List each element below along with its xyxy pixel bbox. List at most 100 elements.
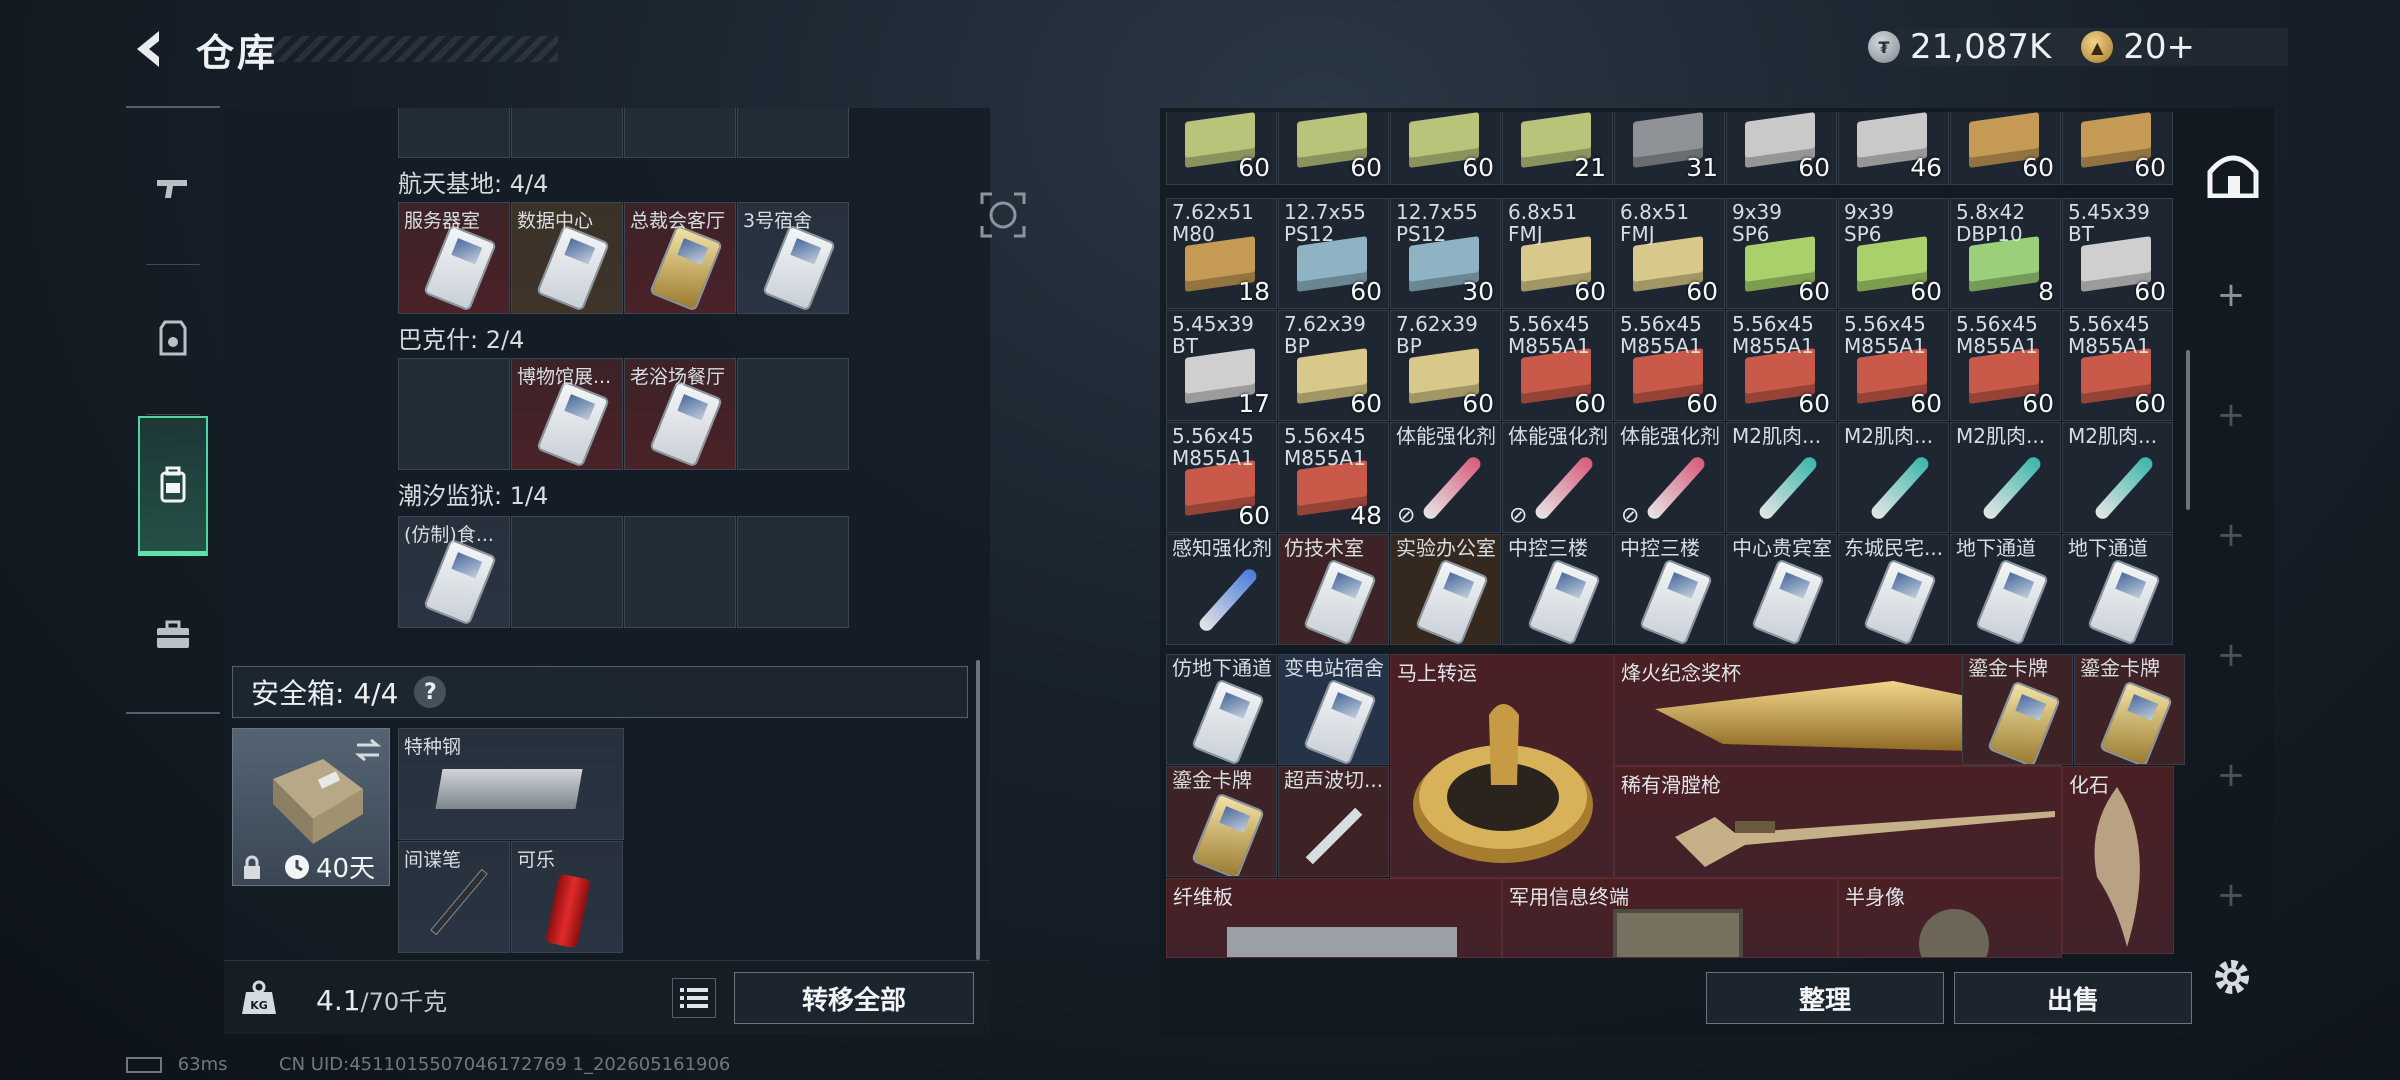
item-name: 6.8x51 FMJ bbox=[1508, 201, 1578, 245]
item-cell[interactable]: M8060 bbox=[1950, 112, 2061, 185]
item-cell[interactable]: 变电站宿舍 bbox=[1278, 654, 1389, 765]
item-cell[interactable]: 12.7x55 PS12 60 bbox=[1278, 198, 1389, 309]
item-name: 5.8x42 DBP10 bbox=[1956, 201, 2026, 245]
settings-gear-icon[interactable] bbox=[2210, 955, 2254, 999]
back-button[interactable] bbox=[126, 24, 172, 74]
target-icon[interactable] bbox=[978, 190, 1028, 240]
item-cell[interactable]: 仿技术室 bbox=[1278, 534, 1389, 645]
storage-scrollbar[interactable] bbox=[2186, 350, 2190, 510]
sort-button[interactable]: 整理 bbox=[1706, 972, 1944, 1024]
item-cell[interactable]: 6.8x51 FMJ 60 bbox=[1502, 198, 1613, 309]
add-page-icon[interactable]: + bbox=[2210, 274, 2252, 316]
keycard-slot[interactable]: (仿制)食... bbox=[398, 516, 510, 628]
item-cell[interactable]: 东城民宅... bbox=[1838, 534, 1949, 645]
keycard-slot[interactable]: 数据中心 bbox=[511, 202, 623, 314]
empty-slot[interactable] bbox=[624, 516, 736, 628]
rail-tab-containers[interactable] bbox=[138, 416, 208, 556]
item-cell[interactable]: M2肌肉... bbox=[2062, 422, 2173, 533]
item-cell[interactable]: 5.8x42 DBP10 8 bbox=[1950, 198, 2061, 309]
cola-slot[interactable]: 可乐 bbox=[511, 841, 623, 953]
item-name: 5.56x45 M855A1 bbox=[1844, 313, 1926, 357]
currency-gold-amount[interactable]: 20+ bbox=[2123, 27, 2195, 67]
item-transfer-medal[interactable]: 马上转运 bbox=[1390, 654, 1614, 878]
item-cell[interactable]: 地下通道 bbox=[2062, 534, 2173, 645]
item-cell[interactable]: 实验办公室 bbox=[1390, 534, 1501, 645]
add-page-icon[interactable]: + bbox=[2210, 514, 2252, 556]
item-cell[interactable]: 5.56x45 M855A1 60 bbox=[1166, 422, 1277, 533]
item-cell[interactable]: 体能强化剂 ⊘ bbox=[1390, 422, 1501, 533]
rail-tab-items[interactable] bbox=[138, 564, 208, 704]
item-cell[interactable]: M2肌肉... bbox=[1726, 422, 1837, 533]
item-cell[interactable]: LPS46 bbox=[1838, 112, 1949, 185]
rail-tab-armor[interactable] bbox=[138, 268, 208, 408]
keycard-slot[interactable]: 总裁会客厅 bbox=[624, 202, 736, 314]
keycard-slot[interactable]: 服务器室 bbox=[398, 202, 510, 314]
item-cell[interactable]: PBP60 bbox=[1278, 112, 1389, 185]
keycard-slot[interactable]: 3号宿舍 bbox=[737, 202, 849, 314]
safe-case-icon bbox=[273, 759, 363, 844]
item-cell[interactable]: 地下通道 bbox=[1950, 534, 2061, 645]
empty-slot[interactable] bbox=[398, 358, 510, 470]
empty-slot[interactable] bbox=[737, 516, 849, 628]
item-cell[interactable]: 5.56x45 M855A1 60 bbox=[2062, 310, 2173, 421]
item-cell[interactable]: 中心贵宾室 bbox=[1726, 534, 1837, 645]
item-rare-musket[interactable]: 稀有滑膛枪 bbox=[1614, 766, 2062, 878]
add-page-icon[interactable]: + bbox=[2210, 634, 2252, 676]
item-cell[interactable]: 5.56x45 M855A1 60 bbox=[1614, 310, 1725, 421]
keycard-icon bbox=[535, 380, 611, 468]
warehouse-icon[interactable] bbox=[2206, 148, 2260, 198]
item-cell[interactable]: 仿地下通道 bbox=[1166, 654, 1277, 765]
rail-tab-weapons[interactable] bbox=[138, 118, 208, 258]
item-cell[interactable]: 超声波切... bbox=[1278, 766, 1389, 877]
keycard-slot[interactable]: 博物馆展... bbox=[511, 358, 623, 470]
item-cell[interactable]: 5.56x45 M855A1 48 bbox=[1278, 422, 1389, 533]
item-cell[interactable]: 9x39 SP6 60 bbox=[1726, 198, 1837, 309]
item-cell[interactable]: M2肌肉... bbox=[1838, 422, 1949, 533]
item-cell[interactable]: 9x39 SP6 60 bbox=[1838, 198, 1949, 309]
item-fossil[interactable]: 化石 bbox=[2062, 766, 2174, 954]
item-cell[interactable]: 鎏金卡牌 bbox=[1166, 766, 1277, 877]
item-cell[interactable]: 鎏金卡牌 bbox=[2074, 654, 2185, 765]
swap-icon[interactable] bbox=[353, 737, 383, 763]
item-cell[interactable]: 体能强化剂 ⊘ bbox=[1502, 422, 1613, 533]
item-cell[interactable]: 鎏金卡牌 bbox=[1962, 654, 2073, 765]
item-cell[interactable]: LPS60 bbox=[1726, 112, 1837, 185]
item-cell[interactable]: M2肌肉... bbox=[1950, 422, 2061, 533]
item-cell[interactable]: AP31 bbox=[1614, 112, 1725, 185]
empty-slot[interactable] bbox=[511, 516, 623, 628]
item-cell[interactable]: 感知强化剂 bbox=[1166, 534, 1277, 645]
item-cell[interactable]: 体能强化剂 ⊘ bbox=[1614, 422, 1725, 533]
item-cell[interactable]: 5.45x39 BT 60 bbox=[2062, 198, 2173, 309]
keycard-slot[interactable]: 老浴场餐厅 bbox=[624, 358, 736, 470]
item-cell[interactable]: PBP60 bbox=[1166, 112, 1277, 185]
item-military-terminal[interactable]: 军用信息终端 bbox=[1502, 878, 1838, 958]
add-page-icon[interactable]: + bbox=[2210, 394, 2252, 436]
sell-button[interactable]: 出售 bbox=[1954, 972, 2192, 1024]
left-scrollbar[interactable] bbox=[976, 660, 980, 960]
list-view-button[interactable] bbox=[672, 978, 716, 1018]
item-cell[interactable]: 7.62x51 M80 18 bbox=[1166, 198, 1277, 309]
item-cell[interactable]: 6.8x51 FMJ 60 bbox=[1614, 198, 1725, 309]
add-page-icon[interactable]: + bbox=[2210, 754, 2252, 796]
add-page-icon[interactable]: + bbox=[2210, 874, 2252, 916]
item-cell[interactable]: PBP21 bbox=[1502, 112, 1613, 185]
special-steel-slot[interactable]: 特种钢 bbox=[398, 728, 624, 840]
item-cell[interactable]: 7.62x39 BP 60 bbox=[1390, 310, 1501, 421]
item-cell[interactable]: M8060 bbox=[2062, 112, 2173, 185]
empty-slot[interactable] bbox=[737, 358, 849, 470]
spy-pen-slot[interactable]: 间谍笔 bbox=[398, 841, 510, 953]
item-fiberboard[interactable]: 纤维板 bbox=[1166, 878, 1502, 958]
item-cell[interactable]: 5.56x45 M855A1 60 bbox=[1502, 310, 1613, 421]
item-bust[interactable]: 半身像 bbox=[1838, 878, 2062, 958]
item-cell[interactable]: 5.56x45 M855A1 60 bbox=[1838, 310, 1949, 421]
item-cell[interactable]: 中控三楼 bbox=[1614, 534, 1725, 645]
item-cell[interactable]: 5.56x45 M855A1 60 bbox=[1726, 310, 1837, 421]
item-cell[interactable]: 5.56x45 M855A1 60 bbox=[1950, 310, 2061, 421]
item-cell[interactable]: 12.7x55 PS12 30 bbox=[1390, 198, 1501, 309]
item-cell[interactable]: 7.62x39 BP 60 bbox=[1278, 310, 1389, 421]
help-icon[interactable]: ? bbox=[414, 676, 447, 708]
transfer-all-button[interactable]: 转移全部 bbox=[734, 972, 974, 1024]
item-cell[interactable]: PBP60 bbox=[1390, 112, 1501, 185]
item-cell[interactable]: 中控三楼 bbox=[1502, 534, 1613, 645]
item-cell[interactable]: 5.45x39 BT 17 bbox=[1166, 310, 1277, 421]
